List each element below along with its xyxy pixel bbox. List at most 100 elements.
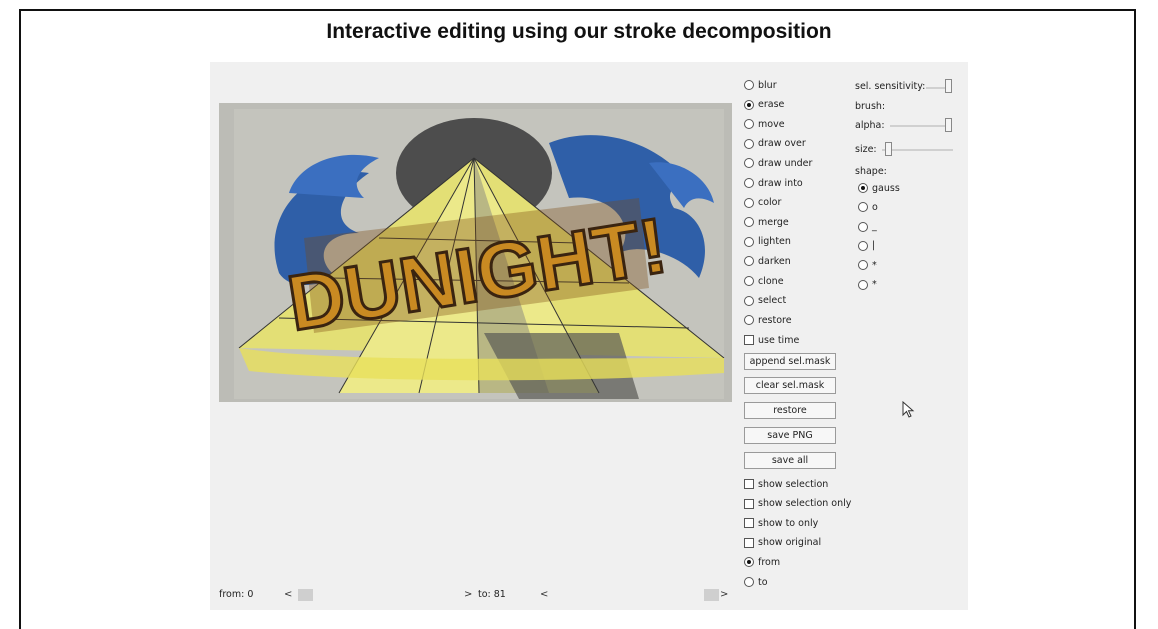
display-checkbox-show-original[interactable]: show original: [744, 536, 821, 550]
to-scrollbar[interactable]: < >: [540, 589, 728, 601]
image-canvas[interactable]: DUNIGHT!: [219, 103, 732, 402]
size-slider-track[interactable]: [882, 149, 953, 151]
tool-radio-label: move: [758, 118, 785, 130]
checkbox-box: [744, 518, 754, 528]
scroll-right-arrow[interactable]: >: [720, 589, 728, 600]
range-radio-to[interactable]: to: [744, 575, 768, 589]
from-scroll-thumb[interactable]: [298, 589, 313, 601]
tool-radio-label: blur: [758, 79, 777, 91]
shape-radio-label: |: [872, 240, 876, 252]
sensitivity-label: sel. sensitivity:: [855, 81, 926, 92]
shape-radio-label: gauss: [872, 182, 900, 194]
shape-radio--[interactable]: *: [858, 258, 877, 272]
checkbox-box: [744, 537, 754, 548]
tool-radio-lighten[interactable]: lighten: [744, 235, 791, 249]
tool-radio-label: lighten: [758, 236, 791, 248]
radio-dot: [744, 276, 754, 286]
clear-sel-mask-button[interactable]: clear sel.mask: [744, 377, 836, 394]
size-slider-handle[interactable]: [885, 142, 893, 156]
radio-dot: [744, 197, 754, 208]
page-title: Interactive editing using our stroke dec…: [326, 20, 832, 43]
tool-radio-draw-into[interactable]: draw into: [744, 176, 803, 190]
shape-radio--[interactable]: *: [858, 278, 877, 292]
brush-label: brush:: [855, 101, 886, 112]
radio-dot: [858, 279, 868, 290]
size-label: size:: [855, 144, 877, 155]
alpha-slider-handle[interactable]: [945, 118, 952, 132]
radio-dot: [858, 260, 868, 271]
range-radio-label: to: [758, 576, 768, 588]
display-checkbox-show-selection-only[interactable]: show selection only: [744, 497, 851, 511]
radio-dot: [744, 236, 754, 247]
tool-radio-label: select: [758, 295, 787, 307]
checkbox-box: [744, 498, 754, 509]
tool-radio-merge[interactable]: merge: [744, 215, 789, 229]
radio-dot: [858, 183, 868, 193]
use-time-label: use time: [758, 334, 800, 346]
from-scrollbar[interactable]: < >: [284, 589, 474, 601]
tool-radio-label: darken: [758, 255, 791, 267]
tool-radio-label: restore: [758, 314, 792, 326]
display-checkbox-show-selection[interactable]: show selection: [744, 477, 828, 491]
alpha-slider-track[interactable]: [890, 125, 952, 127]
radio-dot: [744, 256, 754, 267]
tool-radio-blur[interactable]: blur: [744, 78, 777, 92]
app-window: DUNIGHT! blur erase move draw over draw unde…: [210, 62, 968, 610]
radio-dot: [744, 217, 754, 228]
tool-radio-label: clone: [758, 275, 784, 287]
display-checkbox-label: show to only: [758, 517, 819, 529]
tool-radio-label: erase: [758, 99, 785, 111]
tool-radio-label: merge: [758, 216, 789, 228]
tool-radio-select[interactable]: select: [744, 294, 786, 308]
shape-radio-gauss[interactable]: gauss: [858, 181, 900, 195]
save-all-button[interactable]: save all: [744, 452, 836, 469]
radio-dot: [858, 221, 868, 232]
shape-radio--[interactable]: |: [858, 239, 875, 253]
scroll-left-arrow[interactable]: <: [284, 589, 292, 600]
sensitivity-slider-handle[interactable]: [945, 79, 952, 93]
radio-dot: [744, 80, 754, 90]
tool-radio-erase[interactable]: erase: [744, 98, 784, 112]
scroll-left-arrow[interactable]: <: [540, 589, 548, 600]
shape-radio-label: _: [872, 221, 877, 233]
radio-dot: [744, 119, 754, 130]
shape-radio-o[interactable]: o: [858, 200, 878, 214]
tool-radio-label: color: [758, 197, 782, 209]
display-checkbox-show-to-only[interactable]: show to only: [744, 516, 818, 530]
tool-radio-label: draw over: [758, 138, 806, 150]
shape-label: shape:: [855, 166, 887, 177]
radio-dot: [744, 158, 754, 169]
radio-dot: [744, 178, 754, 188]
tool-radio-clone[interactable]: clone: [744, 274, 784, 288]
radio-dot: [858, 202, 868, 213]
save-png-button[interactable]: save PNG: [744, 427, 836, 444]
append-sel-mask-button[interactable]: append sel.mask: [744, 353, 836, 370]
mouse-cursor-icon: [902, 401, 915, 418]
radio-dot: [744, 557, 754, 567]
use-time-checkbox[interactable]: use time: [744, 333, 799, 347]
from-value-label: from: 0: [219, 589, 254, 600]
scroll-right-arrow[interactable]: >: [464, 589, 472, 600]
restore-button[interactable]: restore: [744, 402, 836, 419]
checkbox-box: [744, 479, 754, 489]
shape-radio-label: *: [872, 279, 877, 290]
display-checkbox-label: show selection: [758, 478, 829, 490]
display-checkbox-label: show selection only: [758, 498, 852, 509]
to-scroll-thumb[interactable]: [704, 589, 719, 601]
tool-radio-darken[interactable]: darken: [744, 254, 791, 268]
range-radio-from[interactable]: from: [744, 555, 780, 569]
artwork-image: DUNIGHT!: [219, 103, 732, 402]
to-value-label: to: 81: [478, 589, 506, 600]
shape-radio--[interactable]: _: [858, 220, 877, 234]
tool-radio-label: draw under: [758, 157, 813, 169]
tool-radio-color[interactable]: color: [744, 196, 781, 210]
radio-dot: [744, 99, 754, 110]
shape-radio-label: *: [872, 259, 877, 271]
tool-radio-restore[interactable]: restore: [744, 313, 792, 327]
checkbox-box: [744, 335, 754, 345]
alpha-label: alpha:: [855, 120, 885, 131]
radio-dot: [744, 295, 754, 306]
tool-radio-draw-under[interactable]: draw under: [744, 156, 812, 170]
tool-radio-draw-over[interactable]: draw over: [744, 137, 806, 151]
tool-radio-move[interactable]: move: [744, 117, 785, 131]
